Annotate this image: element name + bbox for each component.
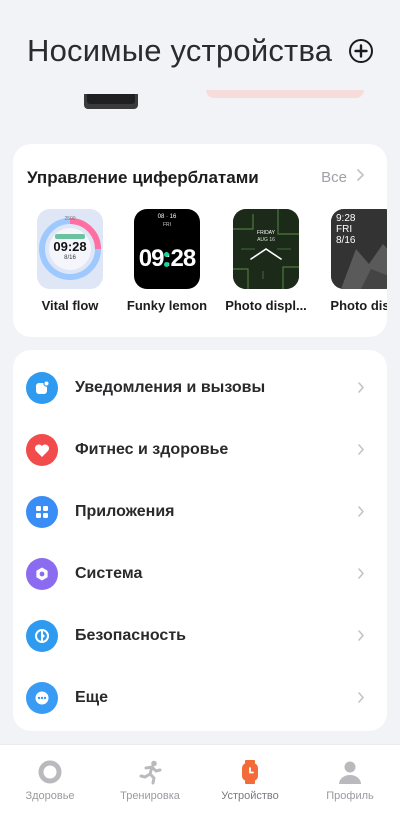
face-day: FRI: [162, 222, 172, 228]
header: Носимые устройства: [0, 0, 400, 140]
face-time: 09:28: [138, 245, 196, 272]
face-date: 08 · 16: [157, 214, 177, 220]
photo-face-graphic: [233, 209, 299, 289]
nav-tab-health[interactable]: Здоровье: [0, 745, 100, 814]
chevron-right-icon[interactable]: [356, 168, 365, 182]
profile-icon: [339, 761, 361, 784]
chevron-right-icon: [358, 444, 364, 455]
face-time: 09:28: [53, 239, 87, 254]
settings-item-label: Приложения: [75, 503, 175, 520]
system-hexagon-icon: [26, 558, 58, 590]
settings-list-card: Уведомления и вызовы Фитнес и здоровье П…: [13, 350, 387, 731]
nav-label: Устройство: [221, 790, 279, 802]
nav-label: Здоровье: [25, 790, 75, 802]
watch-face-label: Photo displ...: [225, 298, 307, 313]
heart-icon: [26, 434, 58, 466]
watch-face-preview: 9:28 FRI 8/16: [331, 209, 387, 289]
notification-icon: [26, 372, 58, 404]
watch-face-label: Funky lemon: [126, 298, 208, 313]
face-date: 8/16: [336, 235, 356, 246]
settings-item-label: Еще: [75, 689, 109, 706]
chevron-right-icon: [358, 506, 364, 517]
watch-face-preview: 08 · 16 FRI 09:28: [134, 209, 200, 289]
chevron-right-icon: [358, 382, 364, 393]
bottom-nav: Здоровье Тренировка Устройство Профиль: [0, 744, 400, 814]
chevron-right-icon: [358, 630, 364, 641]
nav-label: Профиль: [326, 790, 374, 802]
face-time: 9:28: [336, 213, 356, 224]
settings-item-label: Безопасность: [75, 627, 186, 644]
settings-item-label: Система: [75, 565, 143, 582]
watch-face-label: Photo disp: [330, 298, 387, 313]
nav-label: Тренировка: [120, 790, 180, 802]
chevron-right-icon: [358, 692, 364, 703]
apps-grid-icon: [26, 496, 58, 528]
settings-item-more[interactable]: Еще: [13, 664, 387, 726]
face-date: AUG 16: [257, 237, 275, 243]
shield-icon: [26, 620, 58, 652]
chevron-right-icon: [358, 568, 364, 579]
watch-face-preview: FRIDAY AUG 16: [233, 209, 299, 289]
watch-face-item[interactable]: 9:28 FRI 8/16 Photo disp: [316, 209, 387, 313]
settings-item-notifications[interactable]: Уведомления и вызовы: [13, 354, 387, 416]
device-card-edge: [206, 90, 364, 98]
settings-item-label: Фитнес и здоровье: [75, 441, 229, 458]
add-device-button[interactable]: [349, 39, 373, 63]
nav-tab-profile[interactable]: Профиль: [300, 745, 400, 814]
watch-face-item[interactable]: FRIDAY AUG 16 Photo displ...: [218, 209, 314, 313]
face-day: FRIDAY: [257, 230, 275, 236]
settings-item-apps[interactable]: Приложения: [13, 478, 387, 540]
nav-tab-device[interactable]: Устройство: [200, 745, 300, 814]
health-ring-icon: [38, 760, 62, 784]
watch-face-item[interactable]: 09:28 8/16 2500 Vital flow: [22, 209, 118, 313]
nav-tab-workout[interactable]: Тренировка: [100, 745, 200, 814]
settings-item-security[interactable]: Безопасность: [13, 602, 387, 664]
settings-item-label: Уведомления и вызовы: [75, 379, 266, 396]
running-icon: [139, 760, 162, 785]
watch-face-item[interactable]: 08 · 16 FRI 09:28 Funky lemon: [119, 209, 215, 313]
watch-faces-all-link[interactable]: Все: [321, 169, 347, 186]
device-image[interactable]: [84, 94, 138, 109]
face-date: 8/16: [64, 255, 76, 261]
more-dots-icon: [26, 682, 58, 714]
watch-faces-title: Управление циферблатами: [27, 168, 259, 187]
face-steps: 2500: [64, 216, 76, 222]
settings-item-fitness[interactable]: Фитнес и здоровье: [13, 416, 387, 478]
face-day: FRI: [336, 224, 353, 235]
watch-icon: [242, 760, 258, 784]
watch-face-preview: 09:28 8/16 2500: [37, 209, 103, 289]
watch-face-label: Vital flow: [41, 298, 99, 313]
settings-item-system[interactable]: Система: [13, 540, 387, 602]
page-title: Носимые устройства: [27, 33, 333, 68]
plus-icon: [354, 44, 368, 58]
watch-faces-card: Управление циферблатами Все 09:28 8/16 2…: [13, 144, 387, 337]
